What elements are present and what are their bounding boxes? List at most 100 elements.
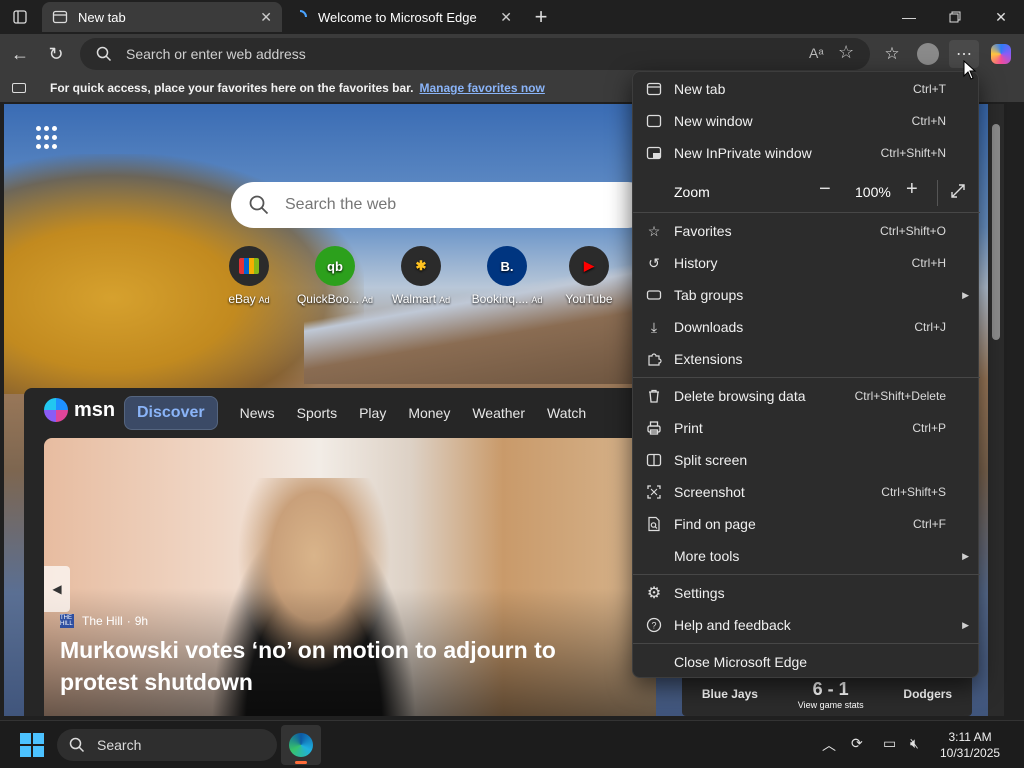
close-tab-icon[interactable]: ✕ [260, 9, 272, 26]
help-icon: ? [645, 616, 663, 634]
menu-shortcut: Ctrl+Shift+Delete [854, 389, 946, 403]
game-stats-link[interactable]: View game stats [798, 700, 864, 710]
manage-favorites-link[interactable]: Manage favorites now [419, 81, 544, 95]
menu-item-new-tab[interactable]: New tab Ctrl+T [633, 73, 980, 105]
quick-link-booking[interactable]: B. Bookinq.... Ad [464, 246, 550, 306]
gear-icon: ⚙ [646, 585, 662, 602]
quick-link-label: eBay [228, 292, 256, 306]
start-button[interactable] [20, 733, 44, 757]
menu-divider [633, 377, 980, 378]
tab-watch[interactable]: Watch [547, 405, 586, 421]
menu-divider [633, 643, 980, 644]
tab-money[interactable]: Money [408, 405, 450, 421]
tab-new-tab[interactable]: New tab ✕ [42, 2, 282, 32]
tab-actions-button[interactable] [0, 0, 40, 34]
windows-logo-icon [20, 733, 31, 744]
address-bar[interactable]: Search or enter web address Aᵃ ☆ [80, 38, 870, 70]
menu-item-delete-browsing-data[interactable]: Delete browsing data Ctrl+Shift+Delete [633, 380, 980, 412]
menu-item-help-feedback[interactable]: ? Help and feedback ▶ [633, 609, 980, 641]
address-placeholder: Search or enter web address [126, 46, 306, 62]
menu-label: Help and feedback [674, 617, 791, 633]
edge-icon [289, 733, 313, 757]
tab-news[interactable]: News [240, 405, 275, 421]
back-button[interactable]: ← [5, 40, 35, 68]
web-search-box[interactable]: Search the web [231, 182, 651, 228]
apps-launcher-icon[interactable] [36, 126, 60, 150]
add-favorite-star-icon[interactable]: ☆ [838, 42, 854, 63]
zoom-level: 100% [855, 184, 891, 200]
toolbar: ← ↻ Search or enter web address Aᵃ ☆ ☆ ⋯ [0, 34, 1024, 74]
menu-item-tab-groups[interactable]: Tab groups ▶ [633, 279, 980, 311]
copilot-button[interactable] [986, 40, 1016, 68]
zoom-in-button[interactable]: + [906, 178, 918, 201]
msn-butterfly-icon [44, 398, 68, 422]
ad-badge: Ad [531, 295, 543, 305]
minimize-button[interactable]: — [886, 0, 932, 34]
profile-button[interactable] [913, 40, 943, 68]
scrollbar-thumb[interactable] [992, 124, 1000, 340]
quick-link-youtube[interactable]: ▶ YouTube [546, 246, 632, 306]
menu-item-screenshot[interactable]: Screenshot Ctrl+Shift+S [633, 476, 980, 508]
new-tab-button[interactable]: + [518, 0, 564, 34]
quickbooks-icon: qb [315, 246, 355, 286]
refresh-button[interactable]: ↻ [41, 40, 71, 68]
tab-discover[interactable]: Discover [124, 396, 218, 430]
zoom-out-button[interactable]: − [819, 178, 831, 201]
mouse-cursor-icon [963, 60, 977, 80]
close-icon: ✕ [995, 8, 1007, 25]
menu-item-history[interactable]: ↺ History Ctrl+H [633, 247, 980, 279]
close-tab-icon[interactable]: ✕ [500, 9, 512, 26]
tab-play[interactable]: Play [359, 405, 386, 421]
sports-score-card[interactable]: Blue Jays 6 - 1 View game stats Dodgers [682, 672, 972, 716]
hero-story-card[interactable]: ◀ THE HILL The Hill · 9h Murkowski votes… [44, 438, 656, 716]
menu-item-more-tools[interactable]: More tools ▶ [633, 540, 980, 572]
chevron-up-icon[interactable]: ︿ [822, 735, 836, 755]
clock-time: 3:11 AM [948, 730, 992, 744]
tab-weather[interactable]: Weather [472, 405, 525, 421]
story-headline[interactable]: Murkowski votes ‘no’ on motion to adjour… [60, 634, 620, 698]
menu-item-new-window[interactable]: New window Ctrl+N [633, 105, 980, 137]
find-icon [645, 515, 663, 533]
history-icon: ↺ [648, 254, 660, 271]
menu-label: Tab groups [674, 287, 744, 303]
msn-logo[interactable]: msn [44, 398, 115, 422]
system-clock[interactable]: 3:11 AM 10/31/2025 [940, 729, 1000, 761]
menu-item-extensions[interactable]: Extensions [633, 343, 980, 375]
close-window-button[interactable]: ✕ [978, 0, 1024, 34]
taskbar: Search ︿ ⟳ ▭ 🔇︎ 3:11 AM 10/31/2025 [0, 720, 1024, 768]
story-source: THE HILL The Hill · 9h [60, 614, 148, 628]
clock-date: 10/31/2025 [940, 746, 1001, 760]
display-icon[interactable]: ▭ [883, 735, 896, 752]
avatar [917, 43, 939, 65]
tab-title: Welcome to Microsoft Edge [318, 9, 477, 25]
taskbar-edge-button[interactable] [281, 725, 321, 765]
menu-item-close-edge[interactable]: Close Microsoft Edge [633, 646, 980, 678]
menu-item-downloads[interactable]: ⤓ Downloads Ctrl+J [633, 311, 980, 343]
favorites-button[interactable]: ☆ [877, 40, 907, 68]
quick-link-quickbooks[interactable]: qb QuickBoo... Ad [292, 246, 378, 306]
menu-item-settings[interactable]: ⚙ Settings [633, 577, 980, 609]
new-tab-favicon-icon [52, 9, 68, 25]
sync-icon[interactable]: ⟳ [851, 735, 863, 752]
tab-sports[interactable]: Sports [297, 405, 337, 421]
menu-item-split-screen[interactable]: Split screen [633, 444, 980, 476]
menu-item-print[interactable]: Print Ctrl+P [633, 412, 980, 444]
print-icon [645, 419, 663, 437]
msn-logo-text: msn [74, 398, 116, 421]
tab-welcome[interactable]: Welcome to Microsoft Edge ✕ [282, 2, 522, 32]
taskbar-search[interactable]: Search [57, 729, 277, 761]
quick-link-ebay[interactable]: eBay Ad [206, 246, 292, 306]
menu-item-find-on-page[interactable]: Find on page Ctrl+F [633, 508, 980, 540]
page-scrollbar[interactable] [988, 104, 1004, 716]
quick-link-walmart[interactable]: ✱ Walmart Ad [378, 246, 464, 306]
fullscreen-icon[interactable] [950, 183, 966, 202]
submenu-arrow-icon: ▶ [962, 550, 969, 561]
menu-shortcut: Ctrl+Shift+S [881, 485, 946, 499]
quick-link-label: YouTube [565, 292, 613, 306]
menu-item-favorites[interactable]: ☆ Favorites Ctrl+Shift+O [633, 215, 980, 247]
menu-item-inprivate[interactable]: New InPrivate window Ctrl+Shift+N [633, 137, 980, 169]
restore-button[interactable] [932, 0, 978, 34]
carousel-prev-button[interactable]: ◀ [44, 566, 70, 612]
read-aloud-icon[interactable]: Aᵃ [809, 45, 824, 61]
volume-muted-icon[interactable]: 🔇︎ [910, 735, 919, 752]
